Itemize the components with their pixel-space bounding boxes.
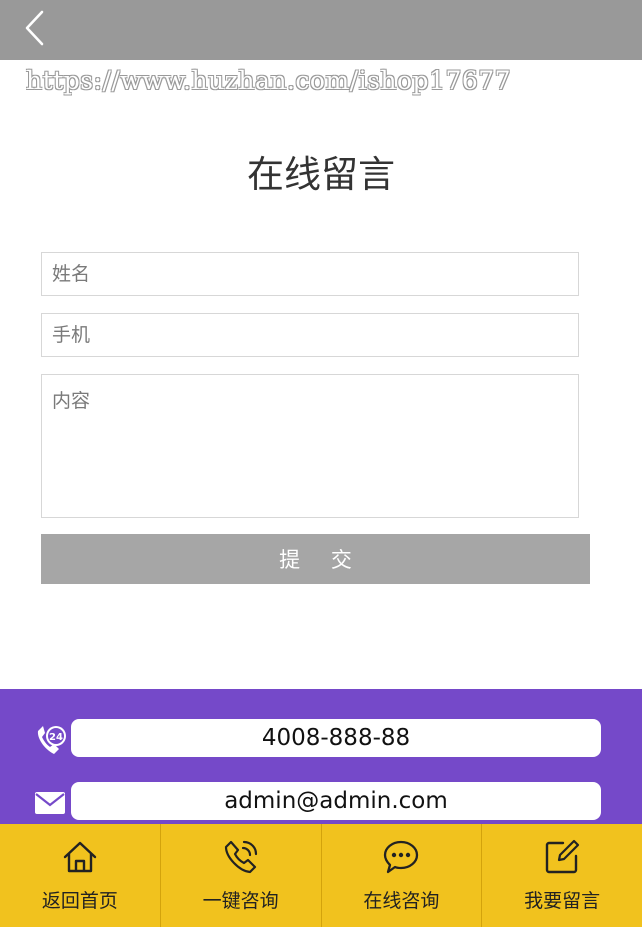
email-address[interactable]: admin@admin.com: [71, 782, 601, 820]
back-button[interactable]: [14, 8, 54, 52]
tab-online-chat[interactable]: 在线咨询: [320, 824, 482, 927]
tab-label: 一键咨询: [202, 890, 279, 912]
phone-24h-icon: 24: [34, 723, 68, 761]
page-title: 在线留言: [247, 153, 395, 196]
phone-field[interactable]: [41, 313, 579, 357]
phone-number[interactable]: 4008-888-88: [71, 719, 601, 757]
submit-button[interactable]: 提 交: [41, 534, 590, 584]
tab-label: 在线咨询: [363, 890, 440, 912]
chevron-left-icon: [22, 9, 46, 51]
mail-icon: [34, 791, 66, 819]
name-field[interactable]: [41, 252, 579, 296]
edit-icon: [543, 838, 581, 880]
tab-leave-message[interactable]: 我要留言: [481, 824, 642, 927]
tab-label: 我要留言: [524, 890, 601, 912]
tab-home[interactable]: 返回首页: [0, 824, 160, 927]
tab-label: 返回首页: [41, 890, 118, 912]
svg-text:24: 24: [49, 732, 63, 743]
tab-call[interactable]: 一键咨询: [159, 824, 321, 927]
chat-bubble-icon: [382, 838, 420, 880]
contact-section: 24 4008-888-88 admin@admin.com: [0, 689, 642, 829]
home-icon: [61, 838, 99, 880]
bottom-tab-bar: 返回首页 一键咨询 在线咨询 我要留言: [0, 824, 642, 927]
top-bar: [0, 0, 642, 60]
phone-call-icon: [222, 838, 260, 880]
content-field[interactable]: [41, 374, 579, 518]
watermark-url: https://www.huzhan.com/ishop17677: [26, 66, 512, 95]
